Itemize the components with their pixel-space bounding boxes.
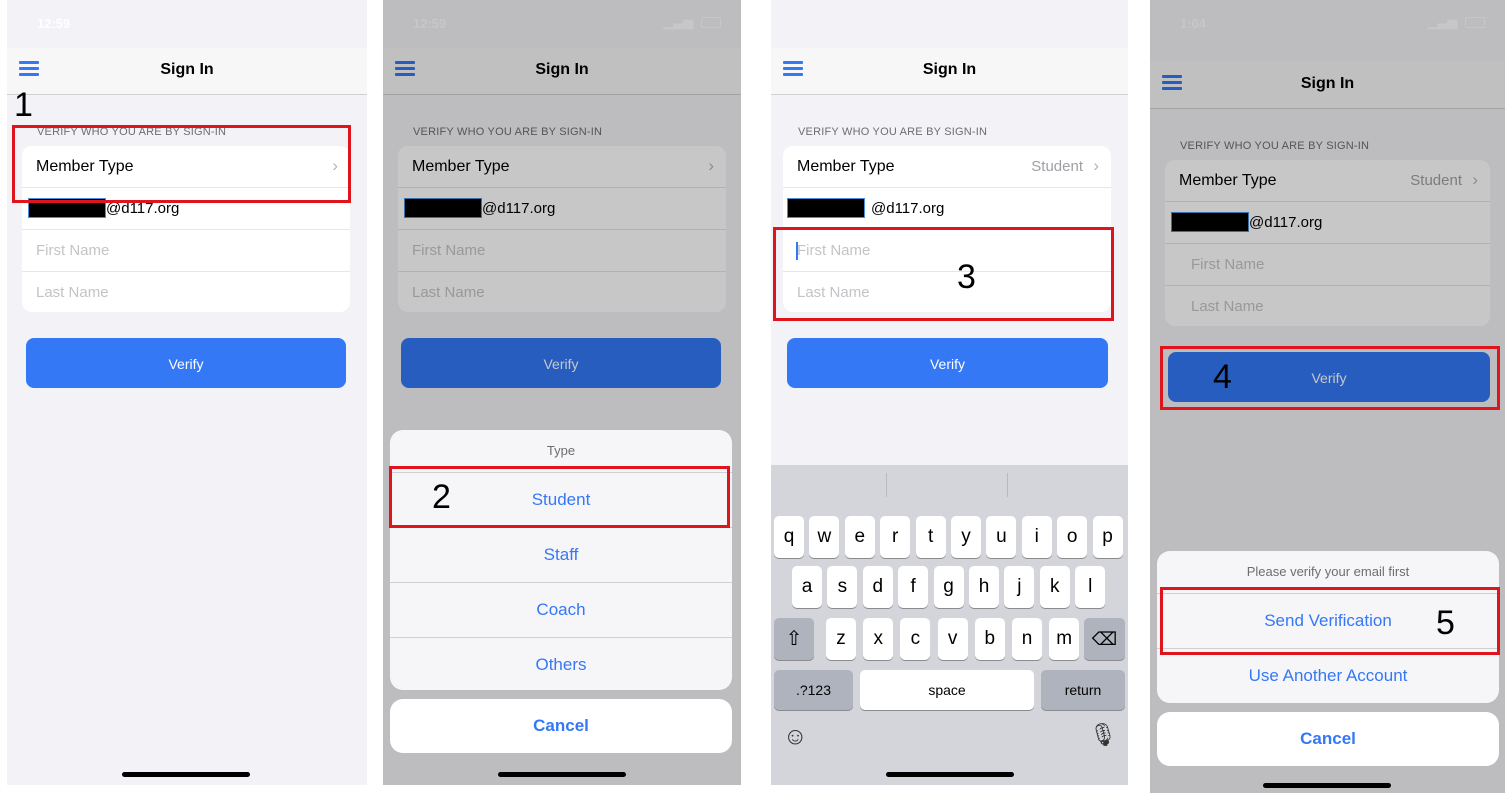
emoji-icon[interactable]: ☺ — [783, 723, 808, 751]
key-x[interactable]: x — [863, 618, 894, 660]
backspace-key[interactable]: ⌫ — [1084, 618, 1125, 660]
key-t[interactable]: t — [915, 516, 946, 558]
step-number-2: 2 — [432, 478, 451, 516]
key-g[interactable]: g — [933, 566, 964, 608]
key-d[interactable]: d — [862, 566, 893, 608]
navigation-bar: Sign In — [7, 48, 367, 95]
first-name-placeholder: First Name — [36, 242, 110, 259]
key-l[interactable]: l — [1075, 566, 1106, 608]
screen-1: 12:59 Sign In VERIFY WHO YOU ARE BY SIGN… — [7, 0, 367, 785]
numbers-key[interactable]: .?123 — [774, 670, 853, 710]
step-number-5: 5 — [1436, 604, 1455, 642]
key-c[interactable]: c — [900, 618, 931, 660]
shift-key[interactable]: ⇧ — [774, 618, 814, 660]
chevron-right-icon: › — [1093, 156, 1099, 175]
key-u[interactable]: u — [986, 516, 1017, 558]
microphone-icon[interactable]: 🎙 — [1089, 722, 1117, 748]
key-f[interactable]: f — [898, 566, 929, 608]
key-i[interactable]: i — [1021, 516, 1052, 558]
annotation-box-1 — [12, 125, 351, 203]
status-bar: 12:59 — [7, 0, 367, 40]
key-m[interactable]: m — [1049, 618, 1080, 660]
key-h[interactable]: h — [969, 566, 999, 608]
key-a[interactable]: a — [792, 566, 822, 608]
redacted-email-user — [787, 198, 865, 218]
return-key[interactable]: return — [1041, 670, 1125, 710]
section-label: VERIFY WHO YOU ARE BY SIGN-IN — [798, 126, 988, 138]
space-key[interactable]: space — [860, 670, 1034, 710]
key-w[interactable]: w — [809, 516, 840, 558]
member-type-value: Student — [1031, 158, 1083, 175]
home-indicator — [498, 772, 626, 777]
annotation-box-4 — [1160, 346, 1500, 410]
first-name-field[interactable]: First Name — [22, 230, 350, 272]
verify-button[interactable]: Verify — [26, 338, 346, 388]
last-name-field[interactable]: Last Name — [22, 272, 350, 312]
key-z[interactable]: z — [826, 618, 856, 660]
step-number-4: 4 — [1213, 358, 1232, 396]
cancel-button[interactable]: Cancel — [1157, 712, 1499, 766]
key-y[interactable]: y — [951, 516, 981, 558]
key-v[interactable]: v — [937, 618, 968, 660]
last-name-placeholder: Last Name — [36, 284, 109, 301]
page-title: Sign In — [160, 61, 214, 78]
key-n[interactable]: n — [1012, 618, 1042, 660]
key-e[interactable]: e — [844, 516, 875, 558]
home-indicator — [886, 772, 1014, 777]
navigation-bar: Sign In — [771, 48, 1128, 95]
step-number-1: 1 — [14, 86, 33, 124]
key-q[interactable]: q — [774, 516, 804, 558]
home-indicator — [122, 772, 250, 777]
email-domain: @d117.org — [871, 200, 945, 217]
email-row[interactable]: @d117.org — [783, 188, 1111, 230]
key-b[interactable]: b — [974, 618, 1005, 660]
backspace-icon: ⌫ — [1091, 629, 1118, 649]
screen-3: Sign In VERIFY WHO YOU ARE BY SIGN-IN Me… — [771, 0, 1128, 785]
on-screen-keyboard: qwertyuiop asdfghjkl zxcvbnm ⇧ ⌫ .?123 s… — [771, 465, 1128, 785]
shift-icon: ⇧ — [785, 628, 803, 650]
screen-2: 12:59 ▁▃▅ Sign In VERIFY WHO YOU ARE BY … — [383, 0, 741, 785]
verify-button[interactable]: Verify — [787, 338, 1108, 388]
annotation-box-3 — [773, 227, 1114, 321]
status-bar — [771, 0, 1128, 40]
key-r[interactable]: r — [880, 516, 911, 558]
status-time: 12:59 — [37, 16, 71, 31]
member-type-label: Member Type — [797, 158, 895, 175]
option-coach[interactable]: Coach — [390, 583, 732, 638]
key-s[interactable]: s — [827, 566, 858, 608]
page-title: Sign In — [922, 61, 977, 78]
key-j[interactable]: j — [1004, 566, 1035, 608]
key-k[interactable]: k — [1039, 566, 1070, 608]
cancel-button[interactable]: Cancel — [390, 699, 732, 753]
home-indicator — [1263, 783, 1391, 788]
key-p[interactable]: p — [1092, 516, 1123, 558]
step-number-3: 3 — [957, 258, 976, 296]
member-type-row[interactable]: Member Type Student › — [783, 146, 1111, 188]
option-others[interactable]: Others — [390, 638, 732, 690]
option-staff[interactable]: Staff — [390, 528, 732, 583]
key-o[interactable]: o — [1057, 516, 1088, 558]
use-another-account-button[interactable]: Use Another Account — [1157, 649, 1499, 703]
